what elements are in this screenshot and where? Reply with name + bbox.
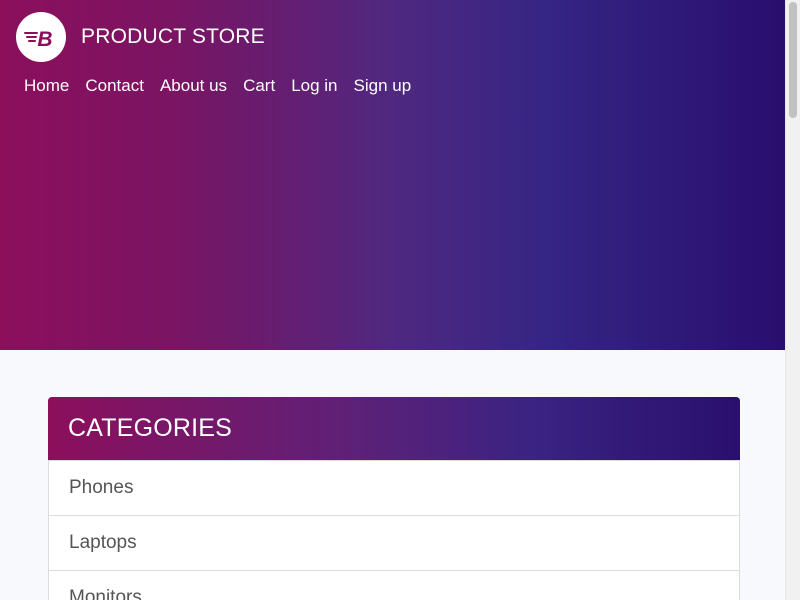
main-nav: Home Contact About us Cart Log in Sign u… (24, 76, 411, 96)
categories-title: CATEGORIES (68, 414, 233, 442)
nav-contact[interactable]: Contact (85, 76, 144, 96)
brand-name: PRODUCT STORE (81, 25, 265, 48)
category-laptops[interactable]: Laptops (49, 515, 739, 570)
nav-home[interactable]: Home (24, 76, 69, 96)
hero-banner: B PRODUCT STORE Home Contact About us Ca… (0, 0, 785, 350)
brand-logo-letter: B (37, 28, 52, 51)
nav-cart[interactable]: Cart (243, 76, 275, 96)
nav-about-us[interactable]: About us (160, 76, 227, 96)
category-phones[interactable]: Phones (49, 460, 739, 515)
categories-header: CATEGORIES (48, 397, 740, 460)
scrollbar-thumb[interactable] (789, 2, 797, 118)
brand-link[interactable]: B PRODUCT STORE (16, 12, 265, 62)
nav-sign-up[interactable]: Sign up (354, 76, 412, 96)
page: B PRODUCT STORE Home Contact About us Ca… (0, 0, 785, 600)
nav-log-in[interactable]: Log in (291, 76, 337, 96)
category-monitors[interactable]: Monitors (49, 570, 739, 600)
browser-viewport: B PRODUCT STORE Home Contact About us Ca… (0, 0, 800, 600)
categories-panel: CATEGORIES Phones Laptops Monitors (48, 397, 740, 600)
vertical-scrollbar[interactable] (785, 0, 800, 600)
brand-logo-icon: B (16, 12, 66, 62)
